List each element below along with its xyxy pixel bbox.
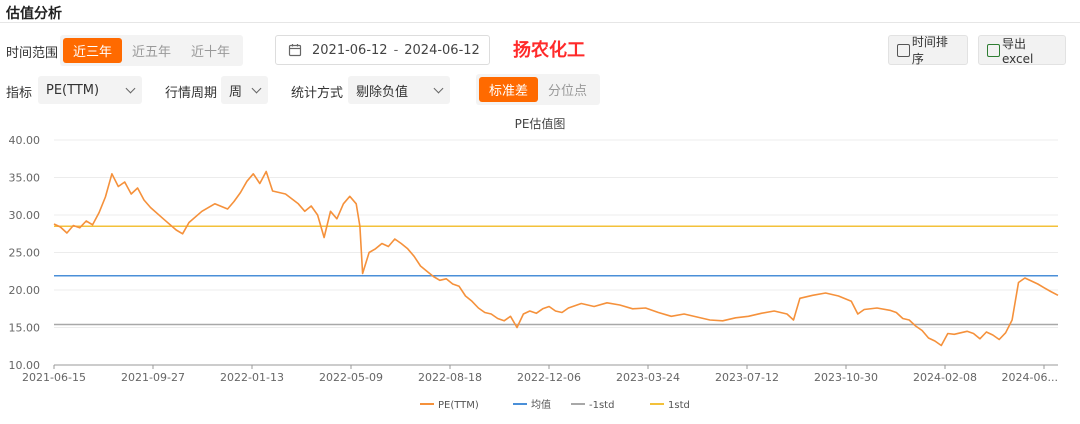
metric-value: PE(TTM) — [46, 82, 100, 98]
export-excel-label: 导出excel — [1001, 36, 1034, 66]
chart-title: PE估值图 — [515, 116, 566, 131]
time-sort-label: 时间排序 — [911, 35, 948, 66]
x-tick-label: 2021-09-27 — [121, 371, 185, 384]
x-tick-label: 2022-08-18 — [418, 371, 482, 384]
x-tick-label: 2024-02-08 — [913, 371, 977, 384]
y-tick-label: 35.00 — [9, 172, 41, 185]
metric-label: 指标 — [6, 86, 33, 101]
y-tick-label: 30.00 — [9, 209, 41, 222]
time-sort-button[interactable]: 时间排序 — [888, 35, 968, 66]
stat-label: 统计方式 — [291, 86, 344, 101]
range-label: 时间范围 — [6, 46, 59, 61]
y-tick-label: 20.00 — [9, 284, 41, 297]
range-option-3y[interactable]: 近三年 — [63, 38, 123, 63]
legend-label: -1std — [589, 400, 614, 411]
export-excel-button[interactable]: 导出excel — [978, 35, 1066, 66]
legend-label: PE(TTM) — [438, 400, 479, 411]
mode-option-percentile[interactable]: 分位点 — [538, 77, 597, 102]
range-option-10y[interactable]: 近十年 — [181, 38, 240, 63]
sort-icon — [897, 43, 910, 57]
mode-segmented: 标准差 分位点 — [476, 74, 601, 105]
date-start: 2021-06-12 — [312, 42, 388, 58]
range-segmented: 近三年 近五年 近十年 — [60, 35, 244, 66]
section-title: 估值分析 — [6, 6, 62, 22]
x-tick-label: 2022-05-09 — [319, 371, 383, 384]
range-option-5y[interactable]: 近五年 — [122, 38, 181, 63]
pe-series-line — [53, 170, 1059, 347]
period-value: 周 — [229, 84, 243, 100]
legend-label: 均值 — [531, 398, 551, 411]
date-end: 2024-06-12 — [404, 42, 480, 58]
legend-label: 1std — [668, 400, 690, 411]
x-tick-label: 2023-10-30 — [814, 371, 878, 384]
excel-icon — [987, 43, 1000, 57]
metric-select[interactable]: PE(TTM) — [38, 76, 142, 104]
date-separator: - — [393, 42, 399, 58]
title-divider — [0, 22, 1080, 23]
x-tick-label: 2023-07-12 — [715, 371, 779, 384]
stat-value: 剔除负值 — [356, 84, 409, 100]
period-select[interactable]: 周 — [221, 76, 268, 104]
company-name: 扬农化工 — [513, 40, 585, 61]
x-tick-label: 2022-01-13 — [220, 371, 284, 384]
chevron-down-icon — [125, 83, 136, 93]
pe-valuation-chart: PE估值图40.0035.0030.0025.0020.0015.0010.00… — [9, 116, 1059, 411]
x-tick-label: 2023-03-24 — [616, 371, 680, 384]
period-label: 行情周期 — [165, 86, 218, 101]
x-tick-label: 2024-06... — [1002, 371, 1058, 384]
chevron-down-icon — [433, 83, 444, 93]
chevron-down-icon — [251, 83, 262, 93]
mode-option-std[interactable]: 标准差 — [479, 77, 539, 102]
x-tick-label: 2022-12-06 — [517, 371, 581, 384]
calendar-icon — [288, 44, 302, 57]
x-tick-label: 2021-06-15 — [22, 371, 86, 384]
y-tick-label: 25.00 — [9, 247, 41, 260]
y-tick-label: 15.00 — [9, 322, 41, 335]
stat-select[interactable]: 剔除负值 — [348, 76, 450, 104]
date-range-picker[interactable]: 2021-06-12 - 2024-06-12 — [275, 35, 490, 65]
y-tick-label: 40.00 — [9, 134, 41, 147]
